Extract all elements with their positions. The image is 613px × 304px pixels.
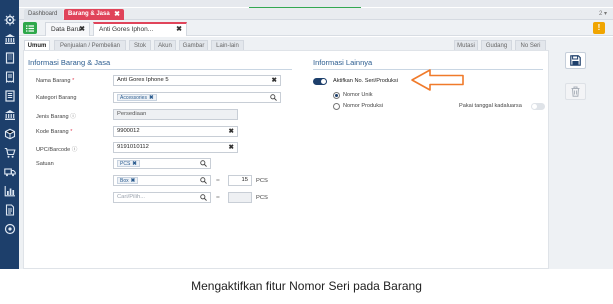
remove-tag-icon[interactable]: ✖ <box>131 178 136 184</box>
radio-nomor-unik-label: Nomor Unik <box>343 92 373 98</box>
equals-sign: = <box>216 177 220 184</box>
tab-item-label: Anti Gores Iphon... <box>99 26 154 33</box>
satuan-tag-pcs: PCS ✖ <box>117 160 140 167</box>
chart-icon[interactable] <box>2 183 17 198</box>
kategori-barang-input[interactable]: Accessories ✖ <box>113 92 281 103</box>
warning-button[interactable]: ! <box>593 22 605 34</box>
close-icon[interactable]: ✖ <box>114 9 120 20</box>
bank-icon[interactable] <box>2 107 17 122</box>
app-window: Dashboard Barang & Jasa ✖ 2 ▾ Data Baru … <box>0 0 613 269</box>
list-icon[interactable] <box>2 88 17 103</box>
window-top-strip <box>19 0 613 7</box>
annotation-arrow-icon <box>411 69 464 91</box>
nama-barang-input[interactable]: Anti Gores Iphone 5 ✖ <box>113 75 281 86</box>
nama-barang-value: Anti Gores Iphone 5 <box>117 77 169 83</box>
trash-icon <box>571 86 580 97</box>
receipt-icon[interactable] <box>2 69 17 84</box>
section-title-informasi-lainnya: Informasi Lainnya <box>313 58 373 67</box>
search-icon[interactable] <box>200 177 207 184</box>
conversion-qty-empty <box>228 192 252 203</box>
satuan-placeholder: Cari/Pilih... <box>117 194 146 200</box>
bank-icon[interactable] <box>2 31 17 46</box>
tab-item-anti-gores[interactable]: Anti Gores Iphon... ✖ <box>93 22 187 36</box>
serial-number-toggle[interactable] <box>313 78 327 85</box>
search-icon[interactable] <box>200 194 207 201</box>
document-tab-bar: Data Baru ✖ Anti Gores Iphon... ✖ ! <box>19 20 613 36</box>
module-tab-bar: Dashboard Barang & Jasa ✖ 2 ▾ <box>19 8 613 20</box>
box-icon[interactable] <box>2 126 17 141</box>
jenis-barang-label: Jenis Barang ⓘ <box>36 114 76 120</box>
kode-barang-value: 9900012 <box>117 128 140 134</box>
window-menu-dropdown[interactable]: 2 ▾ <box>599 8 607 20</box>
upc-barcode-label: UPC/Barcode ⓘ <box>36 147 78 153</box>
tab-dashboard[interactable]: Dashboard <box>24 9 63 20</box>
tab-data-baru-label: Data Baru <box>51 26 81 33</box>
clear-icon[interactable]: ✖ <box>272 76 277 85</box>
remove-tag-icon[interactable]: ✖ <box>132 161 137 167</box>
remove-tag-icon[interactable]: ✖ <box>149 95 154 101</box>
close-icon[interactable]: ✖ <box>79 23 85 37</box>
form-panel <box>23 50 549 269</box>
serial-number-toggle-label: Aktifkan No. Seri/Produksi <box>333 78 398 84</box>
jenis-barang-value: Persediaan <box>117 111 147 117</box>
satuan-conversion-input[interactable]: Box ✖ <box>113 175 211 186</box>
conversion-qty-value: 15 <box>241 177 248 183</box>
tab-barang-jasa-label: Barang & Jasa <box>68 11 110 17</box>
kode-barang-input[interactable]: 9900012 ✖ <box>113 126 238 137</box>
kategori-tag: Accessories ✖ <box>117 94 157 101</box>
settings-icon[interactable] <box>2 221 17 236</box>
satuan-tag-box: Box ✖ <box>117 177 139 184</box>
truck-icon[interactable] <box>2 164 17 179</box>
list-view-button[interactable] <box>23 22 37 34</box>
tab-dashboard-label: Dashboard <box>28 11 58 17</box>
upc-barcode-value: 9191010112 <box>117 144 149 150</box>
satuan-base-input[interactable]: PCS ✖ <box>113 158 211 169</box>
nama-barang-label: Nama Barang * <box>36 78 75 84</box>
building-icon[interactable] <box>2 50 17 65</box>
list-icon <box>26 24 34 32</box>
section-title-informasi-barang: Informasi Barang & Jasa <box>28 58 111 67</box>
conversion-unit: PCS <box>256 195 268 201</box>
gear-icon[interactable] <box>2 12 17 27</box>
save-button[interactable] <box>565 52 586 69</box>
kode-barang-label: Kode Barang * <box>36 129 73 135</box>
radio-nomor-produksi-label: Nomor Produksi <box>343 103 384 109</box>
cart-icon[interactable] <box>2 145 17 160</box>
upc-barcode-input[interactable]: 9191010112 ✖ <box>113 142 238 153</box>
search-icon[interactable] <box>200 160 207 167</box>
document-icon[interactable] <box>2 202 17 217</box>
delete-button[interactable] <box>565 83 586 100</box>
left-nav-bar <box>0 0 19 269</box>
tab-data-baru[interactable]: Data Baru ✖ <box>45 22 90 36</box>
expiry-date-toggle[interactable] <box>531 103 545 110</box>
tab-barang-jasa[interactable]: Barang & Jasa ✖ <box>64 9 124 20</box>
satuan-label: Satuan <box>36 161 54 167</box>
conversion-qty-input[interactable]: 15 <box>228 175 252 186</box>
radio-nomor-unik[interactable] <box>333 92 340 99</box>
floppy-disk-icon <box>570 55 581 66</box>
section-divider <box>28 69 292 70</box>
satuan-new-input[interactable]: Cari/Pilih... <box>113 192 211 203</box>
kategori-barang-label: Kategori Barang <box>36 95 77 101</box>
clear-icon[interactable]: ✖ <box>229 127 234 136</box>
conversion-unit: PCS <box>256 178 268 184</box>
clear-icon[interactable]: ✖ <box>229 143 234 152</box>
close-icon[interactable]: ✖ <box>176 24 182 36</box>
equals-sign: = <box>216 194 220 201</box>
radio-nomor-produksi[interactable] <box>333 103 340 110</box>
jenis-barang-field: Persediaan <box>113 109 238 120</box>
expiry-date-label: Pakai tanggal kadaluarsa <box>459 103 522 109</box>
search-icon[interactable] <box>270 94 277 101</box>
figure-caption: Mengaktifkan fitur Nomor Seri pada Baran… <box>191 279 422 293</box>
